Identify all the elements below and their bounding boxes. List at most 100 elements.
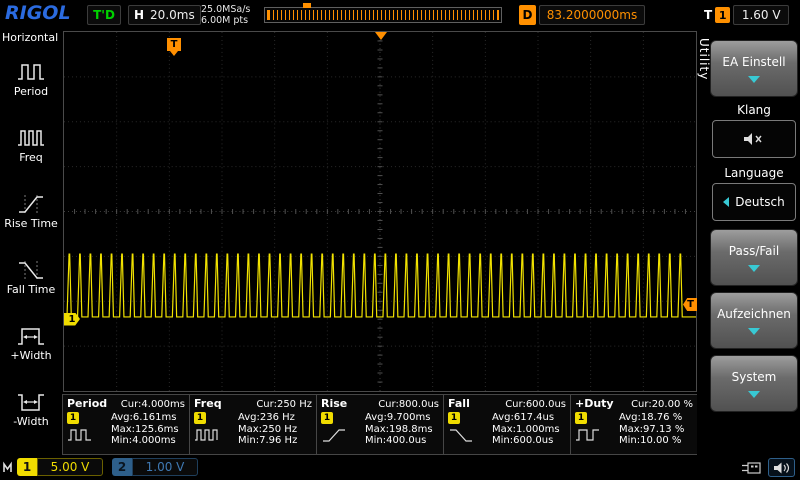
channel-badge: 1 (321, 412, 333, 424)
trigger-position-flag[interactable]: T (167, 38, 181, 51)
left-menu-item-plus-width[interactable]: +Width (0, 310, 62, 376)
memory-waveform-icon (267, 10, 499, 20)
channel-badge: 1 (448, 412, 460, 424)
duty-measure-icon (575, 427, 601, 444)
measurement-max: Max:97.13 % (619, 424, 684, 436)
trigger-source-badge: 1 (715, 7, 730, 23)
left-menu-item-label: Period (14, 85, 48, 98)
measurement-name: Rise (321, 397, 347, 410)
waveform-display: T T 1 (63, 31, 697, 392)
measurement-current: Cur:600.0us (505, 399, 566, 410)
down-arrow-icon (748, 328, 760, 335)
measurement-min: Min:600.0us (492, 435, 560, 447)
measurement-current: Cur:800.0us (378, 399, 439, 410)
left-menu-item-period[interactable]: Period (0, 46, 62, 112)
measurement-max: Max:1.000ms (492, 424, 560, 436)
measurement-name: +Duty (575, 397, 614, 410)
trigger-flag-label: T (171, 39, 178, 50)
trigger-status-badge: T'D (87, 5, 121, 25)
measure-menu-title: Horizontal (0, 30, 62, 46)
top-status-bar: RIGOL T'D H 20.0ms 25.0MSa/s 6.00M pts D… (0, 0, 800, 30)
left-menu-item-freq[interactable]: Freq (0, 112, 62, 178)
down-arrow-icon (748, 265, 760, 272)
left-menu-item-label: Fall Time (7, 283, 56, 296)
measurement-fall: Fall Cur:600.0us 1 Avg:617.4us Max:1.000… (443, 394, 571, 455)
memory-depth-value: 6.00M pts (201, 15, 250, 26)
trigger-label: T (704, 8, 712, 22)
period-measure-icon (67, 427, 93, 444)
measurement-min: Min:10.00 % (619, 435, 684, 447)
measurement-current: Cur:250 Hz (256, 399, 312, 410)
channel2-badge: 2 (112, 458, 132, 476)
left-menu-item-rise-time[interactable]: Rise Time (0, 178, 62, 244)
softkey-system[interactable]: System (710, 355, 798, 412)
speaker-muted-icon (743, 131, 765, 147)
softkey-label: Aufzeichnen (717, 307, 791, 321)
channel1-scale: 5.00 V (37, 458, 103, 476)
softkey-menu: Utility EA Einstell Klang Language Deuts (697, 30, 800, 455)
horizontal-scale-value: 20.0ms (150, 8, 195, 22)
measurement-max: Max:125.6ms (111, 424, 179, 436)
measurement-period: Period Cur:4.000ms 1 Avg:6.161ms Max:125… (62, 394, 190, 455)
trigger-level-value: 1.60 V (733, 5, 789, 25)
freq-measure-icon (194, 427, 220, 444)
down-arrow-icon (748, 76, 760, 83)
measurement-max: Max:250 Hz (238, 424, 297, 436)
softkey-aufzeichnen[interactable]: Aufzeichnen (710, 292, 798, 349)
trigger-readout: T 1 1.60 V (704, 5, 789, 25)
horizontal-label: H (134, 8, 144, 22)
left-menu-item-label: Rise Time (4, 217, 58, 230)
acquisition-readout: 25.0MSa/s 6.00M pts (201, 4, 250, 26)
down-arrow-icon (748, 391, 760, 398)
language-value-box: Deutsch (712, 183, 796, 221)
rise-measure-icon (321, 427, 347, 444)
rigol-m-icon (3, 461, 16, 474)
softkey-label: Language (724, 166, 783, 180)
measurement-current: Cur:20.00 % (631, 399, 693, 410)
softkey-ea-einstell[interactable]: EA Einstell (710, 40, 798, 97)
left-menu-item-label: Freq (19, 151, 43, 164)
softkey-label: System (732, 370, 777, 384)
delay-value: 83.2000000ms (539, 5, 645, 25)
softkey-label: Pass/Fail (729, 244, 779, 258)
horizontal-scale-readout: H 20.0ms (128, 5, 201, 25)
delay-label-badge: D (519, 5, 536, 25)
softkey-label: Klang (737, 103, 771, 117)
measurement-min: Min:4.000ms (111, 435, 179, 447)
language-value: Deutsch (735, 195, 784, 209)
measurement-avg: Avg:18.76 % (619, 412, 684, 424)
left-menu-item-minus-width[interactable]: -Width (0, 376, 62, 442)
fall-measure-icon (448, 427, 474, 444)
softkey-pass-fail[interactable]: Pass/Fail (710, 229, 798, 286)
usb-icon (742, 461, 762, 475)
left-menu-item-label: +Width (10, 349, 51, 362)
channel-badge: 1 (67, 412, 79, 424)
fall-time-icon (16, 259, 46, 281)
trigger-level-label: T (687, 299, 694, 310)
softkey-klang[interactable]: Klang (710, 103, 798, 160)
channel2-scale: 1.00 V (132, 458, 198, 476)
channel-badge: 1 (194, 412, 206, 424)
waveform-grid (64, 32, 696, 391)
left-menu-item-fall-time[interactable]: Fall Time (0, 244, 62, 310)
measurement-avg: Avg:617.4us (492, 412, 560, 424)
bottom-status-bar: 1 5.00 V 2 1.00 V (0, 455, 800, 480)
period-icon (16, 61, 46, 83)
measurement-name: Freq (194, 397, 222, 410)
freq-icon (16, 127, 46, 149)
memory-position-bar[interactable] (264, 7, 502, 23)
measurement-max: Max:198.8ms (365, 424, 433, 436)
softkey-language[interactable]: Language Deutsch (710, 166, 798, 223)
measurement-current: Cur:4.000ms (121, 399, 185, 410)
ch1-ground-label: 1 (69, 314, 76, 325)
channel1-indicator[interactable]: 1 5.00 V (17, 458, 103, 476)
klang-value-box (712, 120, 796, 158)
minus-width-icon (16, 391, 46, 413)
measurement-avg: Avg:9.700ms (365, 412, 433, 424)
trigger-position-icon (375, 32, 387, 40)
channel1-badge: 1 (17, 458, 37, 476)
speaker-icon[interactable] (768, 458, 795, 477)
measurement-avg: Avg:236 Hz (238, 412, 297, 424)
channel2-indicator[interactable]: 2 1.00 V (112, 458, 198, 476)
left-menu-item-label: -Width (13, 415, 48, 428)
